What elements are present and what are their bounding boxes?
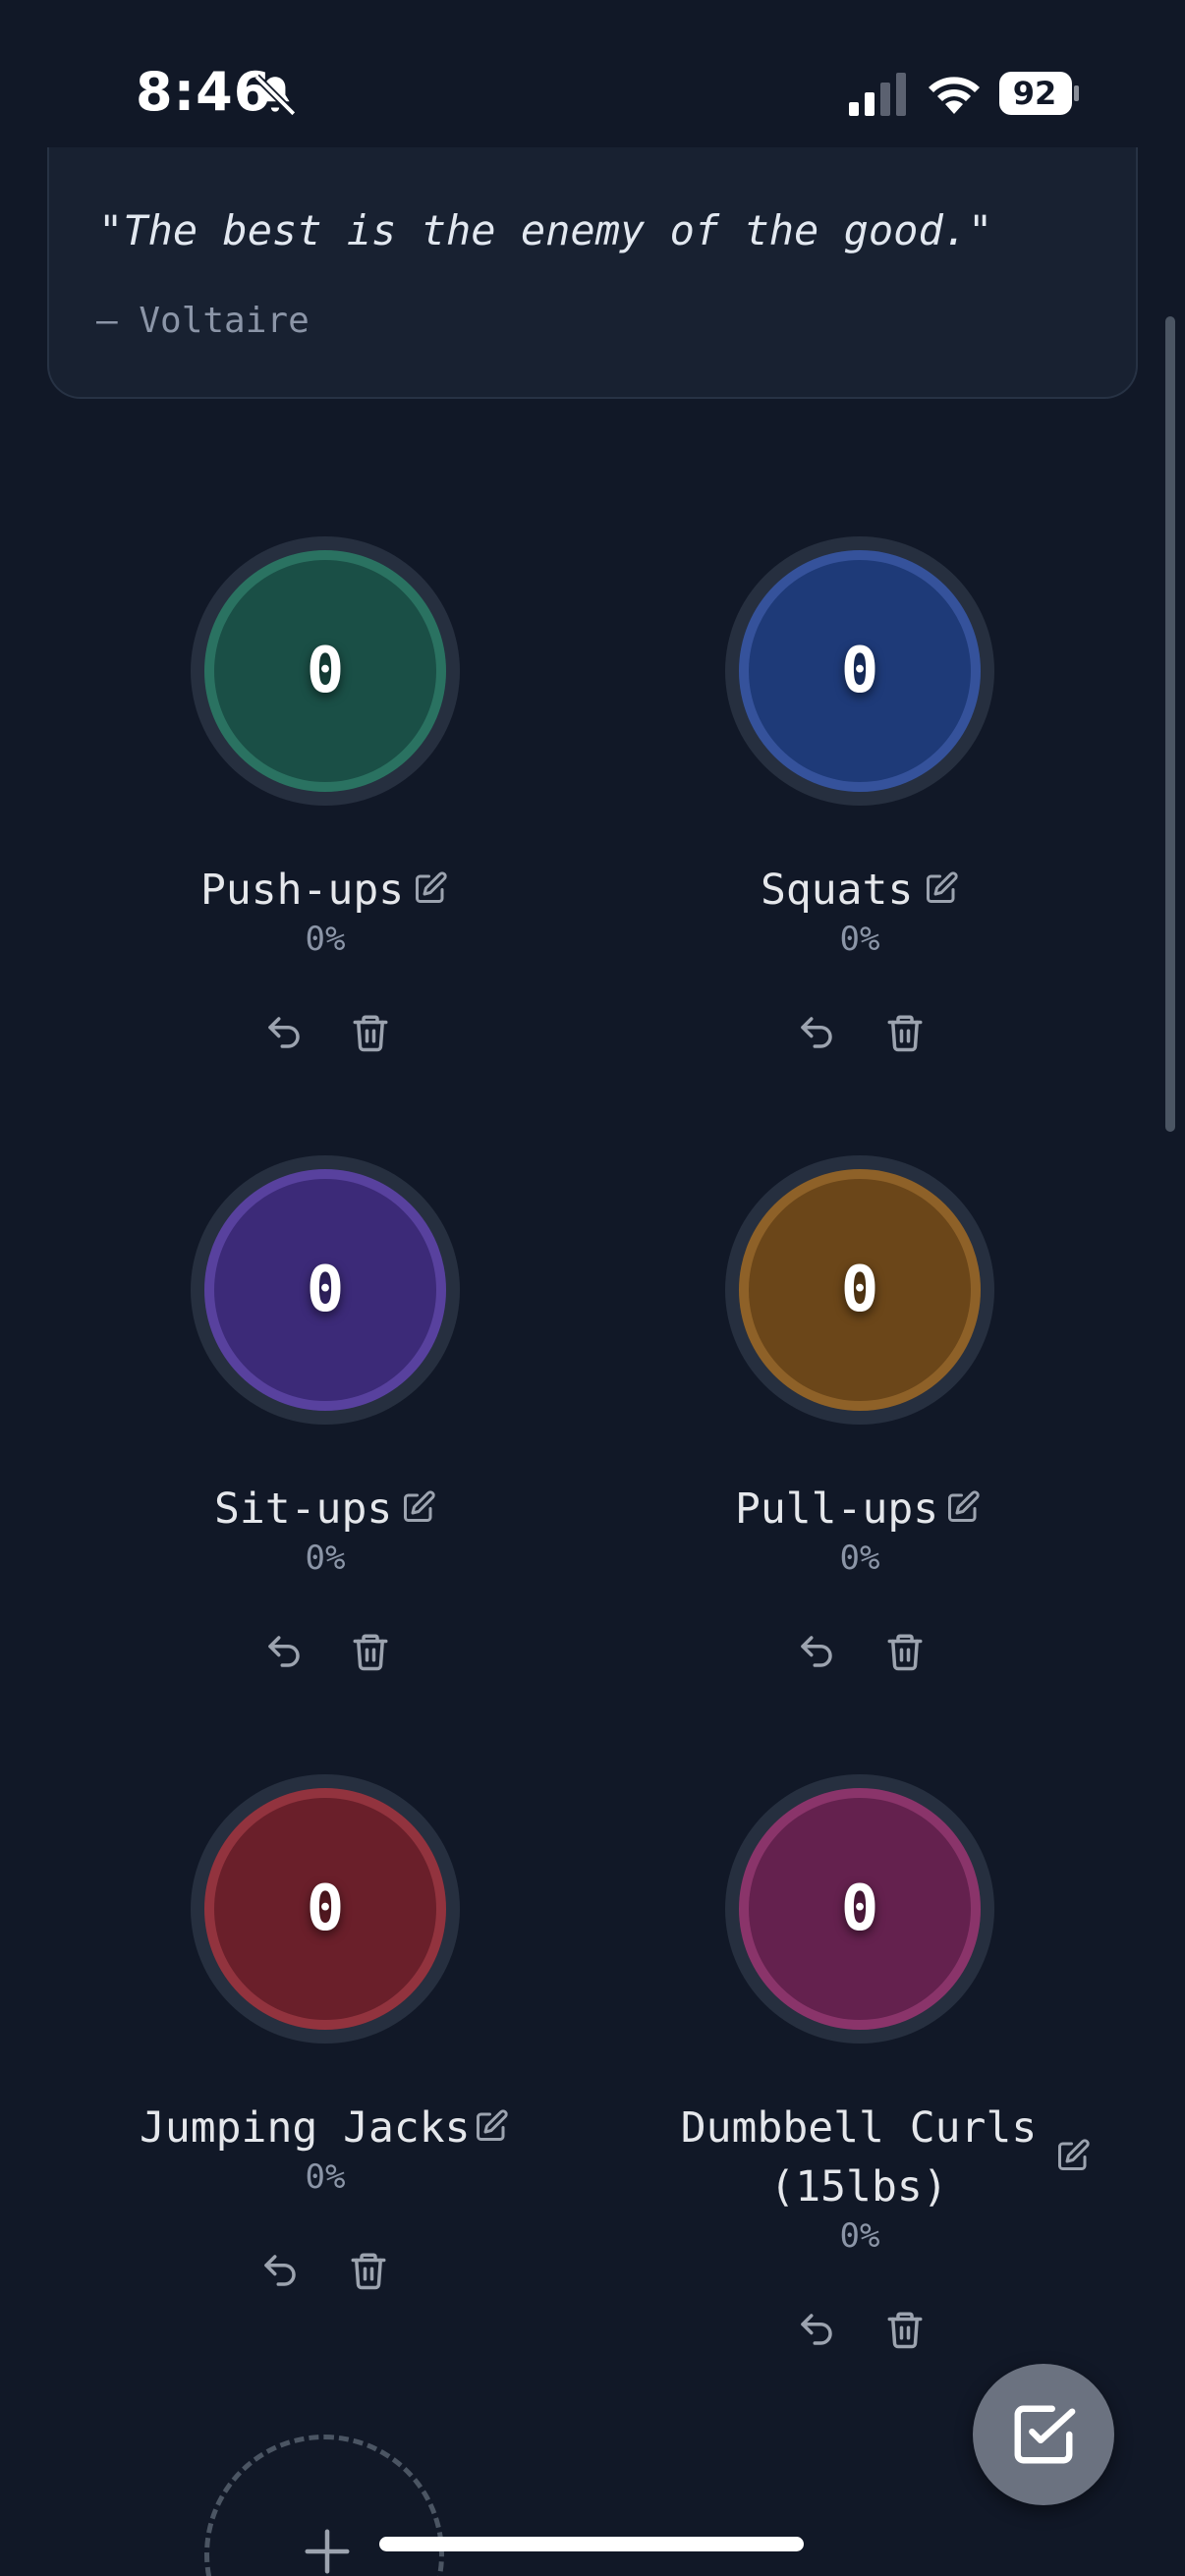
quote-author: — Voltaire xyxy=(96,301,310,341)
counter-button[interactable]: 0 xyxy=(191,536,460,806)
undo-icon[interactable] xyxy=(263,1631,305,1672)
counter-value: 0 xyxy=(306,635,345,707)
counter-button[interactable]: 0 xyxy=(725,536,994,806)
cellular-signal-icon xyxy=(849,73,906,116)
counter-circle[interactable]: 0 xyxy=(739,1169,981,1411)
counter-button[interactable]: 0 xyxy=(725,1774,994,2044)
counter-percent: 0% xyxy=(305,1539,346,1578)
counter-button[interactable]: 0 xyxy=(191,1774,460,2044)
undo-icon[interactable] xyxy=(796,2309,837,2350)
quote-card xyxy=(47,147,1138,399)
plus-icon xyxy=(305,2529,350,2574)
counter-value: 0 xyxy=(840,635,879,707)
counter-percent: 0% xyxy=(839,920,880,959)
counter-label: Squats xyxy=(761,866,914,915)
trash-icon[interactable] xyxy=(350,1012,391,1053)
counter-circle[interactable]: 0 xyxy=(204,550,446,792)
counter-circle[interactable]: 0 xyxy=(739,550,981,792)
counter-value: 0 xyxy=(840,1254,879,1326)
wifi-icon xyxy=(929,77,980,114)
battery-level: 92 xyxy=(1012,75,1057,112)
trash-icon[interactable] xyxy=(348,2250,389,2291)
undo-icon[interactable] xyxy=(796,1012,837,1053)
trash-icon[interactable] xyxy=(884,1012,926,1053)
edit-icon[interactable] xyxy=(945,1489,981,1525)
counter-label: Sit-ups xyxy=(214,1484,393,1534)
trash-icon[interactable] xyxy=(884,1631,926,1672)
edit-icon[interactable] xyxy=(413,870,448,906)
counter-circle[interactable]: 0 xyxy=(204,1788,446,2030)
edit-icon[interactable] xyxy=(474,2108,509,2144)
counter-label: Pull-ups xyxy=(735,1484,939,1534)
scrollbar[interactable] xyxy=(1165,316,1175,1132)
undo-icon[interactable] xyxy=(796,1631,837,1672)
checkbox-edit-icon xyxy=(1014,2405,1076,2464)
counter-label: Push-ups xyxy=(200,866,405,915)
counter-label-line-1: Dumbbell Curls xyxy=(680,2103,1038,2153)
undo-icon[interactable] xyxy=(259,2250,301,2291)
counter-value: 0 xyxy=(306,1873,345,1945)
counter-button[interactable]: 0 xyxy=(191,1155,460,1425)
fab-button[interactable] xyxy=(973,2364,1114,2505)
counter-percent: 0% xyxy=(839,1539,880,1578)
counter-value: 0 xyxy=(306,1254,345,1326)
counter-percent: 0% xyxy=(305,2157,346,2197)
quote-text: "The best is the enemy of the good." xyxy=(98,206,993,254)
trash-icon[interactable] xyxy=(884,2309,926,2350)
undo-icon[interactable] xyxy=(263,1012,305,1053)
trash-icon[interactable] xyxy=(350,1631,391,1672)
counter-button[interactable]: 0 xyxy=(725,1155,994,1425)
counter-value: 0 xyxy=(840,1873,879,1945)
home-indicator xyxy=(379,2537,804,2551)
edit-icon[interactable] xyxy=(401,1489,436,1525)
counter-label-line-2: (15lbs) xyxy=(769,2162,948,2212)
counter-percent: 0% xyxy=(305,920,346,959)
counter-label: Jumping Jacks xyxy=(140,2103,471,2153)
counter-circle[interactable]: 0 xyxy=(739,1788,981,2030)
counter-circle[interactable]: 0 xyxy=(204,1169,446,1411)
edit-icon[interactable] xyxy=(924,870,959,906)
bell-muted-icon xyxy=(254,74,297,117)
edit-icon[interactable] xyxy=(1055,2138,1091,2173)
counter-percent: 0% xyxy=(839,2216,880,2256)
